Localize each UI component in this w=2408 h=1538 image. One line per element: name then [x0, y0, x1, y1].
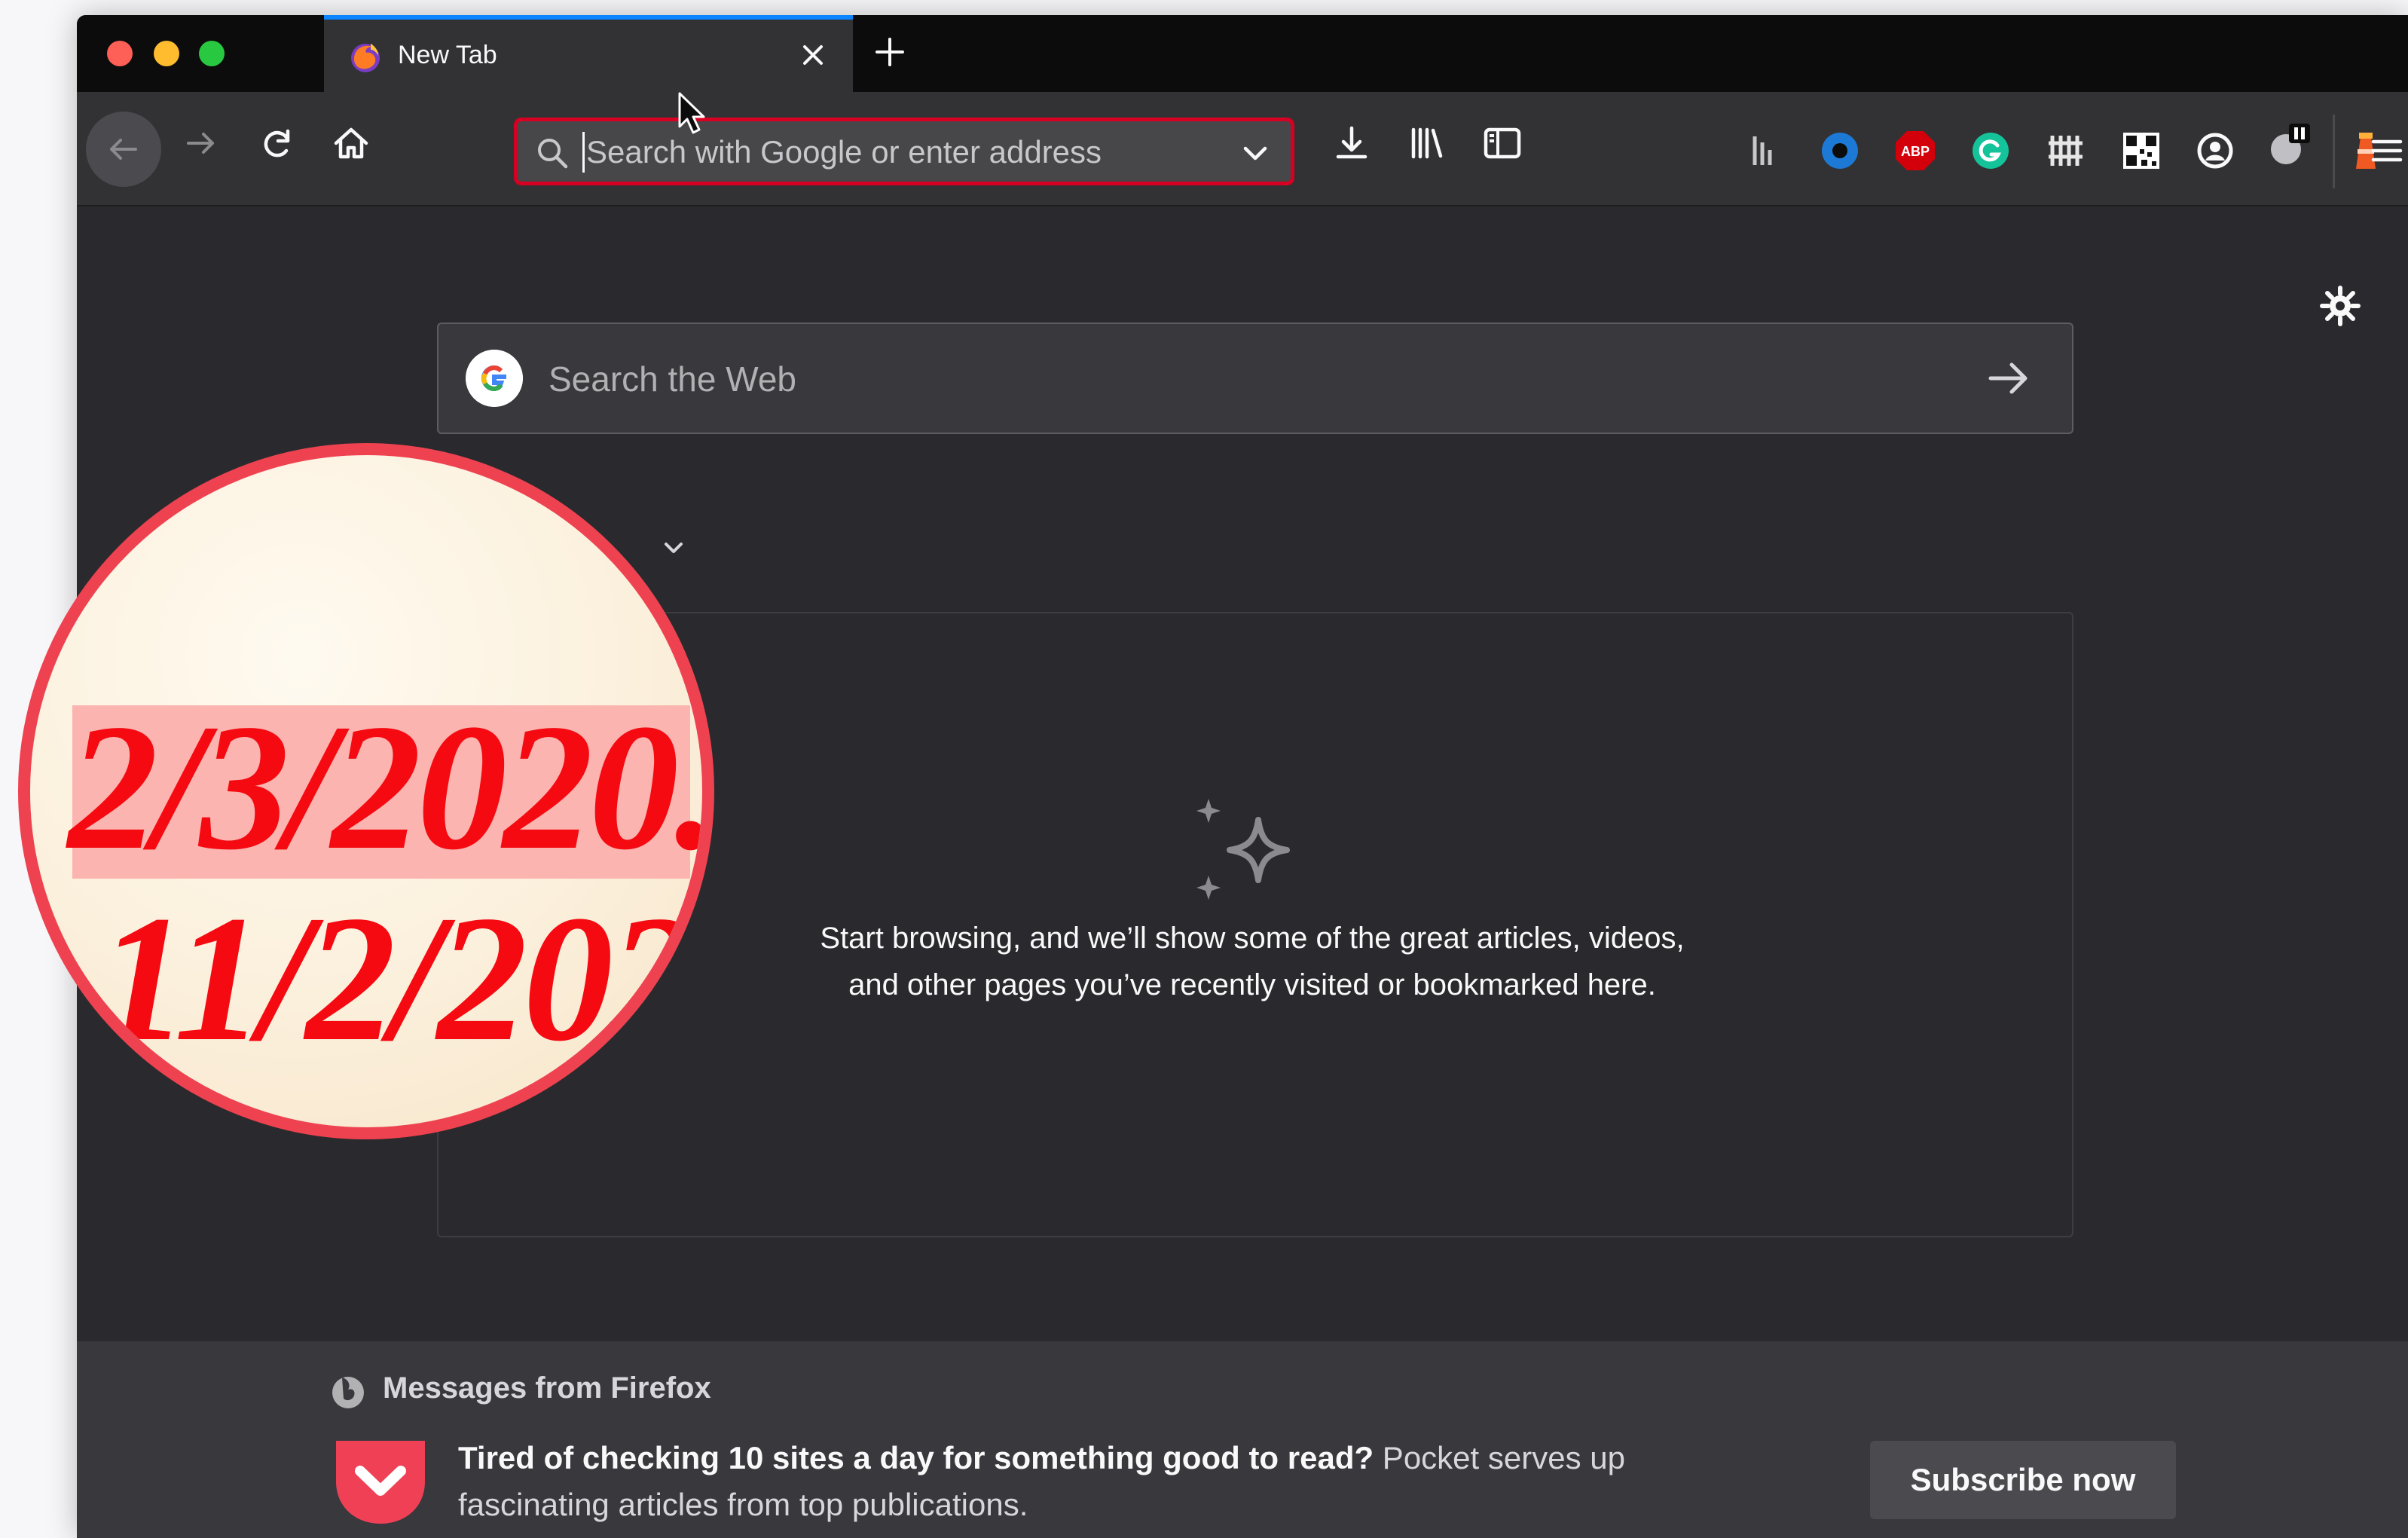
sidebar-icon [1484, 127, 1521, 159]
search-icon [538, 139, 568, 169]
library-icon [1411, 127, 1443, 159]
sparkle-icon [1196, 799, 1290, 900]
highlights-empty-message: Start browsing, and we’ll show some of t… [820, 922, 1685, 1001]
url-input[interactable] [582, 132, 1228, 173]
menu-button[interactable] [2364, 128, 2408, 173]
pocket-message: Tired of checking 10 sites a day for som… [458, 1435, 1754, 1528]
window-close-button[interactable] [107, 41, 133, 66]
mouse-cursor-icon [678, 92, 705, 134]
grammarly-icon [1973, 133, 2009, 169]
fence-extension-icon [2049, 136, 2083, 166]
account-icon [2197, 133, 2233, 169]
extension-bars-button[interactable] [1743, 128, 1789, 173]
bars-extension-icon [1753, 136, 1772, 165]
reload-button[interactable] [249, 115, 306, 172]
firefox-logo-icon [351, 44, 380, 72]
library-button[interactable] [1398, 115, 1456, 172]
url-bar[interactable] [514, 118, 1294, 185]
paused-extension-button[interactable] [2268, 122, 2313, 167]
extension-blue-circle-button[interactable] [1817, 128, 1863, 173]
downloads-button[interactable] [1323, 115, 1380, 172]
google-logo-icon [466, 350, 523, 407]
svg-text:ABP: ABP [1901, 144, 1930, 159]
close-tab-icon[interactable] [794, 36, 832, 74]
blue-circle-extension-icon [1822, 133, 1858, 169]
window-maximize-button[interactable] [199, 41, 225, 66]
tab-new-tab[interactable]: New Tab [324, 15, 853, 92]
firefox-monochrome-icon [332, 1377, 364, 1408]
qr-code-button[interactable] [2119, 128, 2164, 173]
web-search-placeholder: Search the Web [549, 359, 797, 399]
grammarly-button[interactable] [1968, 128, 2013, 173]
messages-title: Messages from Firefox [383, 1371, 711, 1405]
adblock-plus-button[interactable]: ABP [1893, 128, 1938, 173]
navigation-toolbar: ABP [77, 92, 2408, 206]
gear-icon[interactable] [2318, 283, 2363, 329]
forward-arrow-icon [187, 133, 214, 154]
download-icon [1336, 126, 1367, 159]
web-search-box[interactable]: Search the Web [437, 323, 2073, 434]
paused-extension-icon [2271, 124, 2310, 164]
tab-title: New Tab [398, 41, 497, 69]
qr-code-icon [2123, 133, 2159, 169]
account-button[interactable] [2193, 128, 2238, 173]
messages-from-firefox: Messages from Firefox Tired of checking … [77, 1341, 2408, 1538]
forward-button[interactable] [172, 115, 229, 172]
home-button[interactable] [322, 115, 380, 172]
hamburger-menu-icon [2371, 139, 2403, 162]
subscribe-now-button[interactable]: Subscribe now [1870, 1441, 2176, 1519]
back-button[interactable] [86, 112, 161, 187]
toolbar-separator [2333, 115, 2335, 188]
home-icon [334, 127, 368, 159]
arrow-right-icon[interactable] [1983, 353, 2034, 404]
back-arrow-icon [110, 139, 137, 160]
adblock-plus-icon: ABP [1896, 131, 1935, 170]
new-tab-plus-icon[interactable] [871, 33, 909, 71]
magnified-date-1: 2/3/2020. [68, 686, 714, 887]
pocket-message-headline: Tired of checking 10 sites a day for som… [458, 1440, 1374, 1475]
chevron-down-icon[interactable] [662, 537, 686, 561]
sidebar-button[interactable] [1474, 115, 1531, 172]
pocket-icon [336, 1441, 425, 1524]
tab-strip: New Tab [77, 15, 2408, 92]
magnifier-overlay: 2/3/2020. 11/2/202 [18, 443, 714, 1139]
window-minimize-button[interactable] [154, 41, 179, 66]
reload-icon [264, 129, 290, 157]
extension-grid-button[interactable] [2043, 128, 2089, 173]
magnified-date-2: 11/2/202 [98, 878, 699, 1078]
chevron-down-icon[interactable] [1236, 135, 1274, 173]
